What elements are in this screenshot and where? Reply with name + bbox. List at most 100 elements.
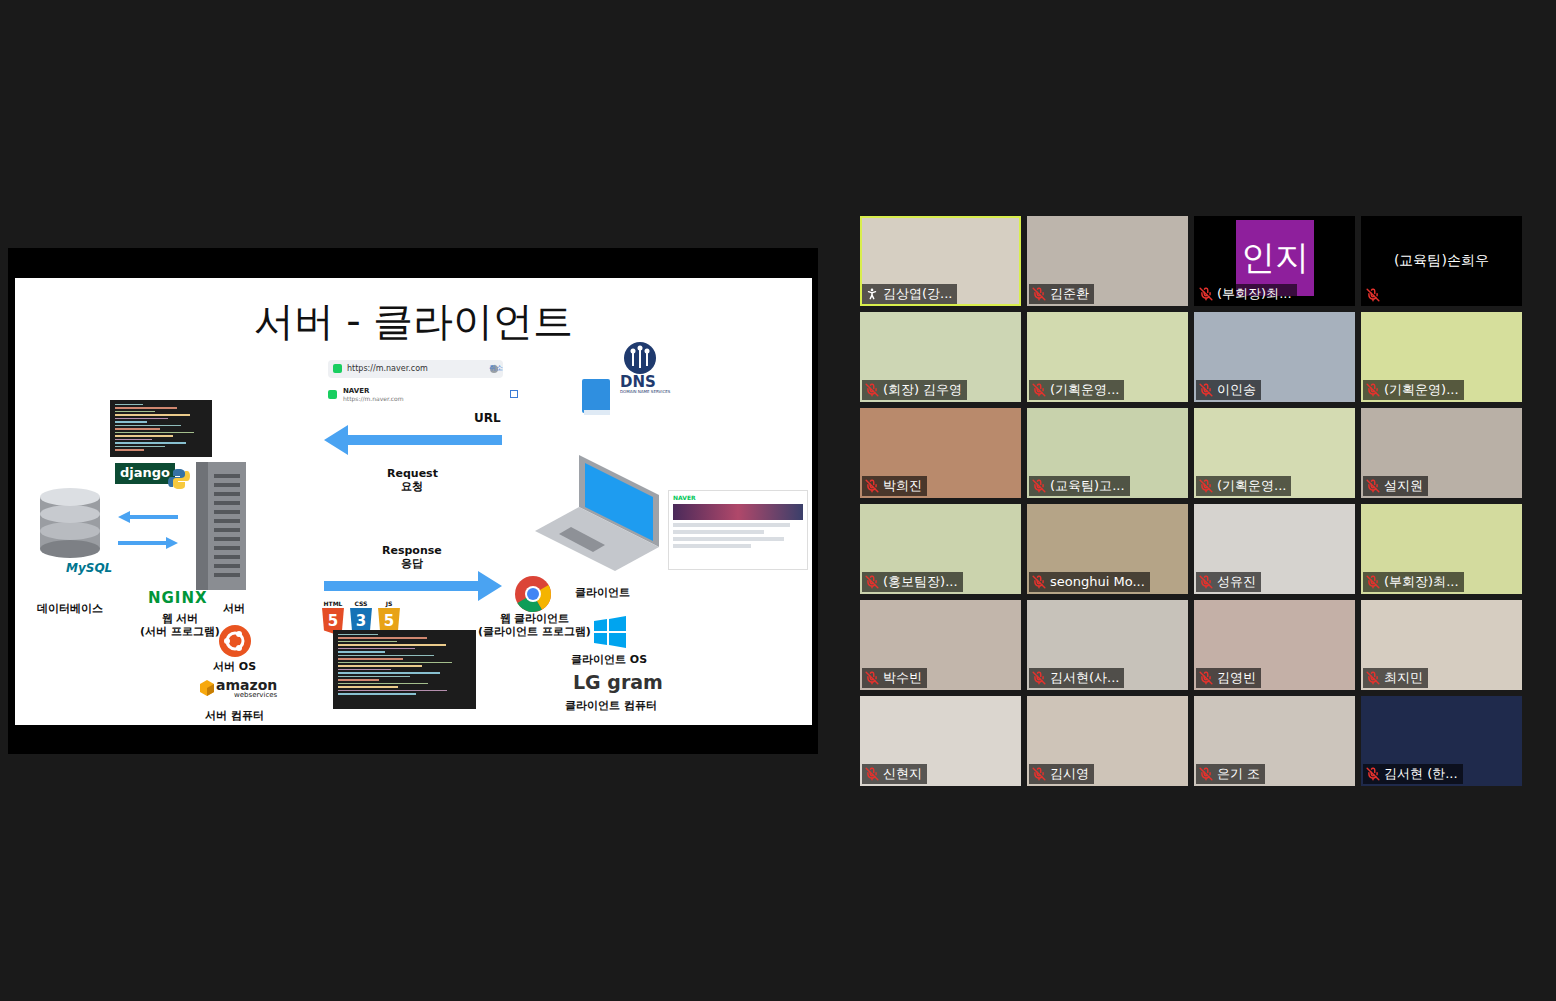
nginx-logo: NGINX <box>148 589 208 608</box>
code-line <box>338 641 397 643</box>
web-tech-logos: HTML5CSS3JS5 <box>322 600 400 634</box>
participant-name: 김서현(사... <box>1050 670 1119 686</box>
participant-tile[interactable]: 김영빈 <box>1194 600 1355 690</box>
participant-name-tag: (부회장)최... <box>1196 284 1297 304</box>
participant-name: (회장) 김우영 <box>883 382 962 398</box>
client-label: 클라이언트 <box>575 586 630 600</box>
participant-name-tag: 은기 조 <box>1196 764 1265 784</box>
server-label: 서버 <box>223 602 245 616</box>
participant-tile[interactable]: 박수빈 <box>860 600 1021 690</box>
mic-off-icon[interactable] <box>1032 383 1046 397</box>
shared-slide: 서버 - 클라이언트https://m.naver.com취소NAVERhttp… <box>15 278 812 725</box>
participant-tile[interactable]: (부회장)최... <box>1361 504 1522 594</box>
mic-off-icon[interactable] <box>1366 479 1380 493</box>
participant-tile[interactable]: 은기 조 <box>1194 696 1355 786</box>
mic-off-icon[interactable] <box>1032 287 1046 301</box>
participant-tile[interactable]: (회장) 김우영 <box>860 312 1021 402</box>
server-code-screenshot <box>110 400 212 457</box>
participant-tile[interactable]: (홍보팀장)... <box>860 504 1021 594</box>
mic-off-icon[interactable] <box>1366 767 1380 781</box>
mic-off-icon[interactable] <box>1199 479 1213 493</box>
mic-off-icon[interactable] <box>1199 287 1213 301</box>
participant-tile[interactable]: 김준환 <box>1027 216 1188 306</box>
mic-off-icon[interactable] <box>1032 479 1046 493</box>
mic-off-icon[interactable] <box>1366 383 1380 397</box>
participant-name: (기획운영)... <box>1384 382 1459 398</box>
suggestion-title: NAVER <box>343 387 404 395</box>
request-label: Request요청 <box>387 467 438 495</box>
mic-off-icon[interactable] <box>1366 671 1380 685</box>
ubuntu-icon <box>219 625 251 661</box>
participant-name: (교육팀)손희우 <box>1394 252 1489 270</box>
mic-off-icon[interactable] <box>865 383 879 397</box>
participant-tile[interactable]: (기획운영)... <box>1361 312 1522 402</box>
participant-tile[interactable]: 인지(부회장)최... <box>1194 216 1355 306</box>
participant-tile[interactable]: 김서현(사... <box>1027 600 1188 690</box>
laptop-icon <box>535 455 663 575</box>
participant-name: seonghui Mo... <box>1050 574 1145 590</box>
participant-name-tag: 김영빈 <box>1196 668 1261 688</box>
mic-off-icon[interactable] <box>865 479 879 493</box>
mic-off-icon[interactable] <box>865 575 879 589</box>
participant-name-tag: seonghui Mo... <box>1029 572 1150 592</box>
code-line <box>115 418 168 420</box>
go-icon <box>510 390 518 398</box>
mic-off-icon[interactable] <box>1199 767 1213 781</box>
participant-name-tag: 성유진 <box>1196 572 1261 592</box>
mic-off-icon[interactable] <box>1032 575 1046 589</box>
left-arrow-icon <box>324 425 502 459</box>
participant-tile[interactable]: 김상엽(강... <box>860 216 1021 306</box>
mic-off-icon[interactable] <box>1199 575 1213 589</box>
participant-name: (기획운영... <box>1217 478 1286 494</box>
participant-tile[interactable]: 이인송 <box>1194 312 1355 402</box>
code-line <box>115 428 160 430</box>
participant-tile[interactable]: 박희진 <box>860 408 1021 498</box>
code-line <box>338 651 385 653</box>
participant-tile[interactable]: (교육팀)고... <box>1027 408 1188 498</box>
code-line <box>115 432 194 434</box>
naver-icon <box>333 364 342 373</box>
server-tower-icon <box>196 462 246 594</box>
mic-off-icon[interactable] <box>1199 383 1213 397</box>
participant-tile[interactable]: 신현지 <box>860 696 1021 786</box>
code-line <box>338 658 403 660</box>
participant-name-tag: (기획운영... <box>1196 476 1291 496</box>
code-line <box>338 679 379 681</box>
participant-tile[interactable]: 김서현 (한... <box>1361 696 1522 786</box>
web-tech-logo: JS5 <box>378 600 400 634</box>
participant-name-tag: 김상엽(강... <box>862 284 957 304</box>
participant-tile[interactable]: 성유진 <box>1194 504 1355 594</box>
participant-name-tag: 이인송 <box>1196 380 1261 400</box>
mic-off-icon[interactable] <box>1032 671 1046 685</box>
chrome-icon <box>514 575 552 617</box>
spotlight-icon[interactable] <box>865 287 879 301</box>
mic-off-icon[interactable] <box>1199 671 1213 685</box>
database-icon <box>38 487 102 563</box>
address-suggestion: NAVERhttps://m.naver.com <box>328 387 518 403</box>
mic-off-icon[interactable] <box>1366 575 1380 589</box>
participant-name-tag: (기획운영)... <box>1363 380 1464 400</box>
mic-off-icon[interactable] <box>865 767 879 781</box>
participant-tile[interactable]: 김시영 <box>1027 696 1188 786</box>
slide-title: 서버 - 클라이언트 <box>15 294 812 349</box>
participant-tile[interactable]: (기획운영... <box>1027 312 1188 402</box>
code-line <box>338 644 446 646</box>
lg-gram-logo: LG gram <box>573 671 663 695</box>
aws-logo: amazonwebservices <box>200 678 277 699</box>
code-line <box>338 676 410 678</box>
url-label: URL <box>474 411 501 426</box>
participant-tile[interactable]: 설지원 <box>1361 408 1522 498</box>
mic-off-icon[interactable] <box>1032 767 1046 781</box>
participant-tile[interactable]: (교육팀)손희우 <box>1361 216 1522 306</box>
mic-off-icon[interactable] <box>865 671 879 685</box>
client-code-screenshot <box>333 630 476 709</box>
web-client-label: 웹 클라이언트(클라이언트 프로그램) <box>478 612 591 640</box>
code-line <box>338 665 422 667</box>
code-line <box>115 446 165 448</box>
participant-name: 박희진 <box>883 478 922 494</box>
participant-name: (부회장)최... <box>1384 574 1459 590</box>
participant-tile[interactable]: 최지민 <box>1361 600 1522 690</box>
mic-off-icon[interactable] <box>1366 288 1380 302</box>
participant-tile[interactable]: (기획운영... <box>1194 408 1355 498</box>
participant-tile[interactable]: seonghui Mo... <box>1027 504 1188 594</box>
